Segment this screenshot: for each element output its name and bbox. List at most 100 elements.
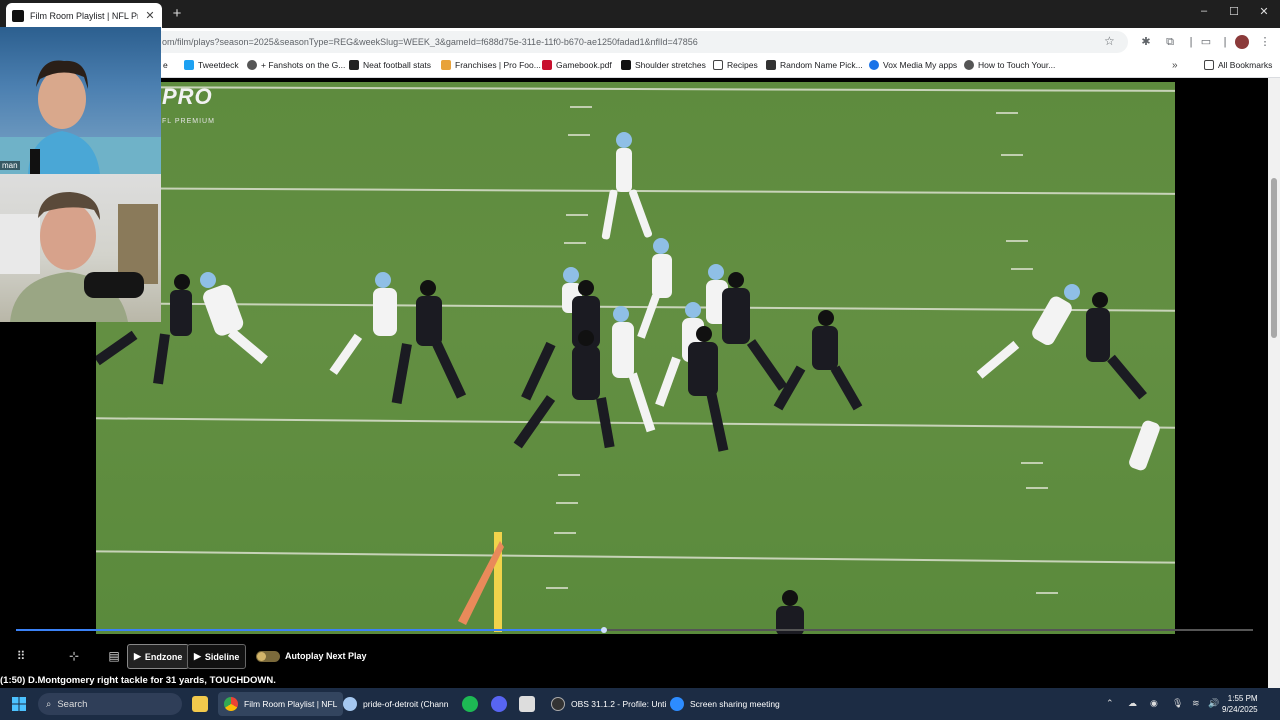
bookmark-label: Vox Media My apps (883, 60, 958, 70)
page-scrollbar[interactable] (1268, 78, 1280, 688)
windows-start-icon[interactable] (12, 697, 26, 711)
profile-avatar[interactable] (1235, 35, 1249, 49)
bookmark-item[interactable]: Franchises | Pro Foo... (441, 60, 541, 70)
browser-tab-strip: Film Room Playlist | NFL Pro ✕ + – ☐ ✕ (0, 0, 1280, 28)
clock-date: 9/24/2025 (1222, 705, 1258, 714)
okta-icon (869, 60, 879, 70)
microphone-icon[interactable]: 🎙 (1172, 698, 1183, 709)
globe-icon (247, 60, 257, 70)
webcam-person-silhouette (0, 192, 158, 322)
sideline-label: Sideline (204, 651, 240, 662)
extensions-puzzle-icon[interactable]: ⧉ (1163, 35, 1177, 49)
tab-title: Film Room Playlist | NFL Pro (30, 10, 138, 21)
all-bookmarks-button[interactable]: All Bookmarks (1204, 60, 1272, 70)
players-layer (96, 132, 1160, 634)
offensive-players (200, 238, 1160, 471)
chrome-profile-icon (343, 697, 357, 711)
notepad-icon[interactable] (519, 696, 535, 712)
bookmark-label: Shoulder stretches (635, 60, 706, 70)
bookmark-star-icon[interactable]: ☆ (1104, 34, 1115, 48)
search-icon: ⌕ (46, 698, 52, 710)
taskbar-app-chrome-profile[interactable]: pride-of-detroit (Chann (337, 692, 455, 716)
new-tab-button[interactable]: + (170, 5, 184, 22)
video-camera-icon: ▶ (194, 651, 201, 661)
bookmark-item[interactable]: How to Touch Your... (964, 60, 1055, 70)
bookmark-item[interactable]: Recipes (713, 60, 758, 70)
chrome-tray-icon[interactable]: ◉ (1150, 698, 1158, 709)
bookmark-label: How to Touch Your... (978, 60, 1056, 70)
twitter-icon (184, 60, 194, 70)
play-description: (1:50) D.Montgomery right tackle for 31 … (0, 675, 276, 686)
drag-handle-icon[interactable]: ⠿ (13, 649, 29, 663)
divider-icon: | (1223, 36, 1227, 48)
autoplay-toggle[interactable] (256, 651, 280, 662)
taskbar-app-chrome[interactable]: Film Room Playlist | NFL (218, 692, 344, 716)
taskbar-search[interactable]: ⌕ Search (38, 693, 182, 715)
bookmark-item[interactable]: Random Name Pick... (766, 60, 863, 70)
zoom-icon (670, 697, 684, 711)
onedrive-icon[interactable]: ☁ (1128, 698, 1137, 709)
scrollbar-thumb[interactable] (1271, 178, 1277, 338)
tray-overflow-icon[interactable]: ⌃ (1106, 698, 1114, 709)
taskbar-app-label: OBS 31.1.2 - Profile: Unti (571, 699, 667, 709)
film-strip-icon[interactable]: ▤ (106, 649, 122, 663)
cast-icon[interactable]: ▭ (1199, 35, 1213, 49)
maximize-window-button[interactable]: ☐ (1224, 5, 1244, 18)
exit-fullscreen-icon[interactable]: ⊹ (66, 649, 82, 663)
bookmark-label: + Fanshots on the G... (261, 60, 346, 70)
divider-icon: | (1189, 36, 1193, 48)
video-controls: ⠿ ⊹ ▤ ▶ Endzone ▶ Sideline Autoplay Next… (0, 642, 1268, 672)
video-progress-bar[interactable] (16, 627, 1253, 633)
pylon-flag-icon (458, 541, 504, 625)
wifi-icon[interactable]: ≋ (1192, 698, 1200, 709)
bookmark-item[interactable]: e (163, 60, 168, 70)
autoplay-toggle-knob (257, 652, 266, 661)
nfl-icon (542, 60, 552, 70)
bookmark-label: Gamebook.pdf (556, 60, 612, 70)
volume-icon[interactable]: 🔊 (1208, 698, 1219, 709)
list-icon (766, 60, 776, 70)
spotify-icon[interactable] (462, 696, 478, 712)
video-progress-fill (16, 629, 604, 631)
all-bookmarks-label: All Bookmarks (1218, 60, 1273, 70)
close-window-button[interactable]: ✕ (1254, 5, 1274, 18)
bookmark-label: Tweetdeck (198, 60, 239, 70)
file-explorer-icon[interactable] (192, 696, 208, 712)
bookmark-item[interactable]: Gamebook.pdf (542, 60, 612, 70)
system-clock[interactable]: 1:55 PM 9/24/2025 (1222, 693, 1258, 715)
video-progress-knob[interactable] (600, 627, 607, 633)
autoplay-label: Autoplay Next Play (285, 651, 367, 661)
quarterback (601, 132, 653, 240)
discord-icon[interactable] (491, 696, 507, 712)
search-placeholder: Search (57, 698, 88, 710)
taskbar-app-label: Screen sharing meeting (690, 699, 780, 709)
bookmark-label: Franchises | Pro Foo... (455, 60, 541, 70)
url-text: om/film/plays?season=2025&seasonType=REG… (162, 37, 698, 47)
pfr-icon (441, 60, 451, 70)
bookmark-label: e (163, 60, 168, 70)
bookmark-item[interactable]: + Fanshots on the G... (247, 60, 345, 70)
s-icon (621, 60, 631, 70)
more-bookmarks-button[interactable]: » (1172, 60, 1178, 71)
bookmark-item[interactable]: Tweetdeck (184, 60, 239, 70)
video-player[interactable]: PRO FL PREMIUM (0, 78, 1280, 642)
address-bar[interactable]: om/film/plays?season=2025&seasonType=REG… (150, 31, 1128, 53)
browser-tab[interactable]: Film Room Playlist | NFL Pro ✕ (6, 3, 162, 28)
endzone-view-button[interactable]: ▶ Endzone (127, 644, 190, 669)
taskbar-app-obs[interactable]: OBS 31.1.2 - Profile: Unti (545, 692, 672, 716)
football-field-video-frame: PRO FL PREMIUM (96, 82, 1175, 634)
bookmark-item[interactable]: Shoulder stretches (621, 60, 706, 70)
nfl-icon (349, 60, 359, 70)
taskbar-app-zoom[interactable]: Screen sharing meeting (664, 692, 786, 716)
webcam-feed-top: man (0, 27, 161, 174)
bookmark-item[interactable]: Vox Media My apps (869, 60, 957, 70)
close-tab-icon[interactable]: ✕ (144, 9, 156, 22)
video-camera-icon: ▶ (134, 651, 141, 661)
obs-icon (551, 697, 565, 711)
sideline-view-button[interactable]: ▶ Sideline (187, 644, 247, 669)
bookmark-item[interactable]: Neat football stats (349, 60, 431, 70)
extension-icon[interactable]: ✱ (1139, 35, 1153, 49)
browser-menu-icon[interactable]: ⋮ (1258, 35, 1272, 49)
minimize-window-button[interactable]: – (1194, 5, 1214, 17)
folder-icon (713, 60, 723, 70)
